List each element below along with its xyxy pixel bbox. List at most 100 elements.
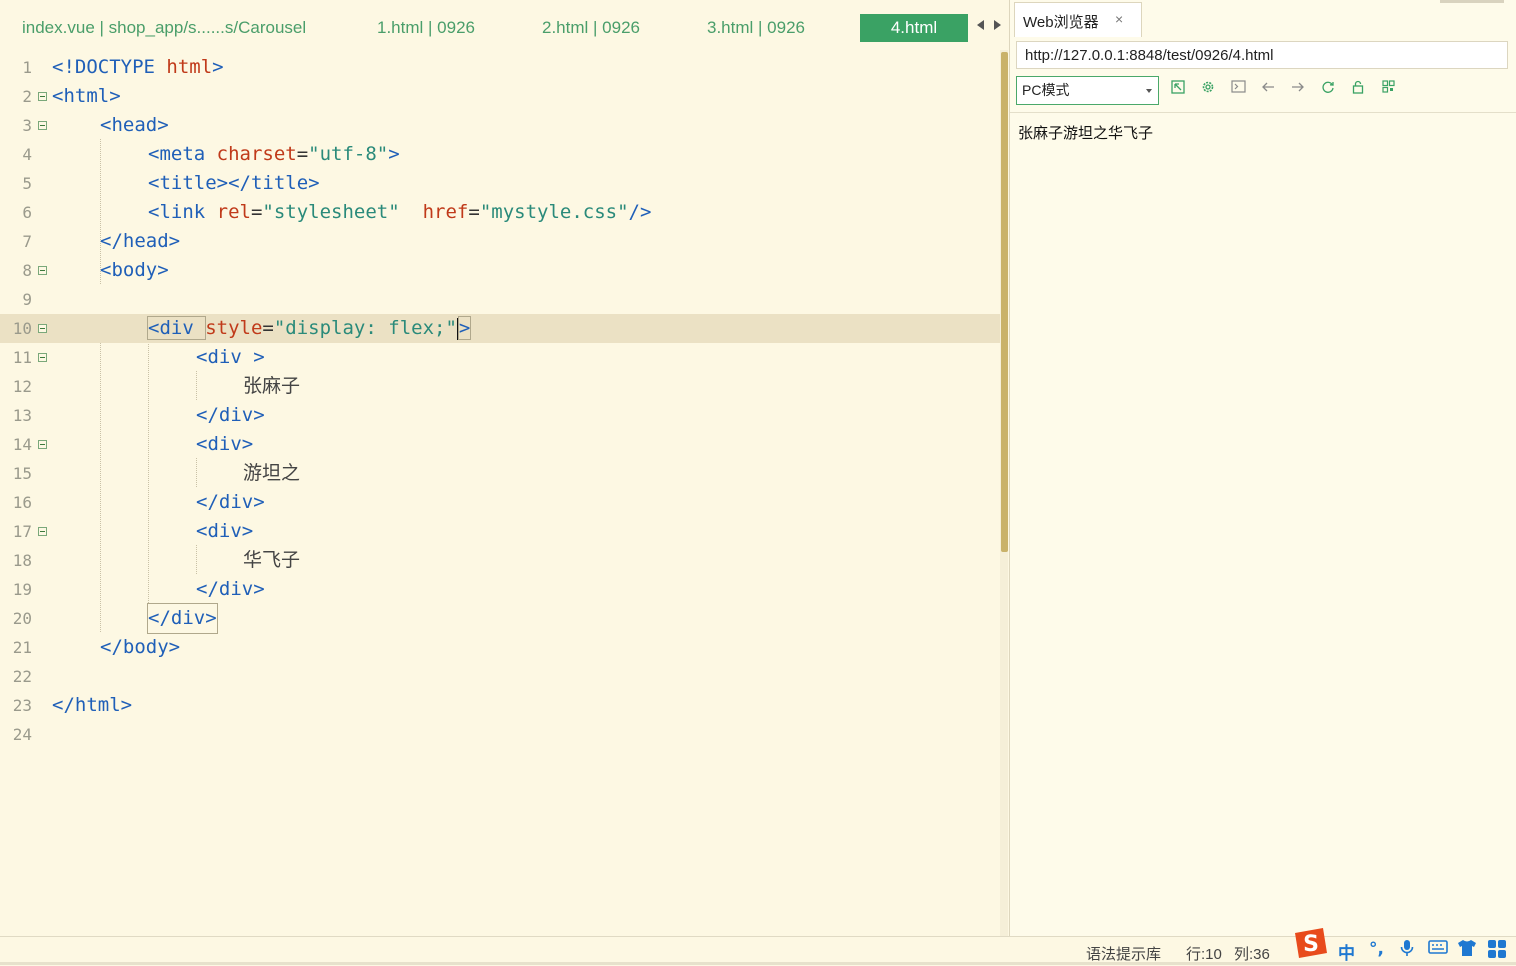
tab-index-vue[interactable]: index.vue | shop_app/s......s/Carousel [22,14,306,42]
code-token: = [296,143,309,165]
code-line: 1 <!DOCTYPE html> [0,53,1000,82]
line-number: 24 [12,725,32,744]
code-token: html [166,56,213,78]
code-line: 2 <html> [0,82,1000,111]
line-number: 5 [22,174,32,193]
ime-language-toggle[interactable]: 中 [1338,939,1355,964]
ime-punctuation-toggle[interactable]: °, [1369,939,1384,959]
settings-gear-icon[interactable] [1199,80,1217,98]
line-number: 12 [12,377,32,396]
line-number: 15 [12,464,32,483]
code-text: <div> [196,520,254,542]
code-token: > [212,56,224,78]
browser-divider [1010,112,1516,113]
code-line: 23 </html> [0,691,1000,720]
lock-icon[interactable] [1349,80,1367,98]
fold-icon[interactable] [38,92,47,101]
line-number: 9 [22,290,32,309]
rendered-page-text: 张麻子游坦之华飞子 [1018,125,1154,142]
fold-icon[interactable] [38,527,47,536]
tab-scroll-left-icon[interactable] [977,20,984,30]
url-input[interactable]: http://127.0.0.1:8848/test/0926/4.html [1016,41,1508,69]
code-token: rel [216,201,251,223]
code-line: 13 </div> [0,401,1000,430]
keyboard-icon[interactable] [1428,939,1448,960]
line-number: 11 [12,348,32,367]
toolbox-grid-icon[interactable] [1487,939,1507,964]
line-number: 13 [12,406,32,425]
code-line: 21 </body> [0,633,1000,662]
forward-arrow-icon[interactable] [1289,80,1307,98]
fold-icon[interactable] [38,324,47,333]
code-text: <head> [100,114,169,136]
open-external-icon[interactable] [1169,80,1187,98]
syntax-library-link[interactable]: 语法提示库 [1086,943,1161,964]
device-mode-select[interactable]: PC模式 [1016,76,1159,105]
fold-icon[interactable] [38,440,47,449]
fold-icon[interactable] [38,121,47,130]
code-text: <title></title> [148,172,320,194]
code-line: 16 </div> [0,488,1000,517]
line-number: 3 [22,116,32,135]
tab-scroll-right-icon[interactable] [994,20,1001,30]
device-mode-value: PC模式 [1022,82,1070,98]
code-editor[interactable]: 1 <!DOCTYPE html> 2 <html> 3 <head> 4 <m… [0,52,1000,936]
back-arrow-icon[interactable] [1259,80,1277,98]
editor-tab-bar: index.vue | shop_app/s......s/Carousel 1… [0,0,1008,50]
code-line: 19 </div> [0,575,1000,604]
line-number: 20 [12,609,32,628]
code-token: href [422,201,469,223]
code-text: 张麻子 [243,375,301,397]
code-token: <link [148,201,217,223]
microphone-icon[interactable] [1399,939,1415,962]
code-token: = [468,201,480,223]
code-line: 9 [0,285,1000,314]
code-line: 17 <div> [0,517,1000,546]
chevron-down-icon [1146,89,1152,93]
code-token: > [388,143,400,165]
line-number: 4 [22,145,32,164]
line-number: 14 [12,435,32,454]
tab-1-html[interactable]: 1.html | 0926 [377,14,475,42]
console-icon[interactable] [1229,80,1247,98]
code-line: 4 <meta charset="utf-8"> [0,140,1000,169]
code-text: </div> [196,404,265,426]
code-text: <body> [100,259,169,281]
line-number: 6 [22,203,32,222]
tab-3-html[interactable]: 3.html | 0926 [707,14,805,42]
code-line: 8 <body> [0,256,1000,285]
code-token: "utf-8" [308,143,389,165]
tab-2-html[interactable]: 2.html | 0926 [542,14,640,42]
code-text: </div> [196,491,265,513]
code-line: 7 </head> [0,227,1000,256]
tab-4-html[interactable]: 4.html [860,14,968,42]
sogou-ime-logo-icon[interactable]: S [1291,925,1331,961]
qrcode-icon[interactable] [1379,80,1397,98]
refresh-icon[interactable] [1319,80,1337,98]
cursor-row: 行:10 [1186,946,1222,963]
code-token: "stylesheet" [262,201,400,223]
browser-tab[interactable]: Web浏览器 × [1014,2,1142,37]
code-line: 11 <div > [0,343,1000,372]
code-token: <!DOCTYPE [52,56,167,78]
browser-tab-label: Web浏览器 [1023,14,1099,31]
code-text: </div> [147,603,218,634]
code-line: 24 [0,720,1000,749]
line-number: 1 [22,58,32,77]
code-text: 华飞子 [243,549,301,571]
line-number: 19 [12,580,32,599]
code-line: 18 华飞子 [0,546,1000,575]
fold-icon[interactable] [38,353,47,362]
code-line: 6 <link rel="stylesheet" href="mystyle.c… [0,198,1000,227]
line-number: 22 [12,667,32,686]
skin-shirt-icon[interactable] [1457,939,1477,962]
code-line: 20 </div> [0,603,1000,634]
code-token: "mystyle.css" [479,201,629,223]
code-token: charset [216,143,297,165]
editor-scrollbar-thumb[interactable] [1001,52,1008,552]
close-icon[interactable]: × [1115,11,1123,27]
web-browser-panel: Web浏览器 × http://127.0.0.1:8848/test/0926… [1009,0,1516,936]
svg-text:S: S [1303,932,1319,957]
code-line: 5 <title></title> [0,169,1000,198]
fold-icon[interactable] [38,266,47,275]
